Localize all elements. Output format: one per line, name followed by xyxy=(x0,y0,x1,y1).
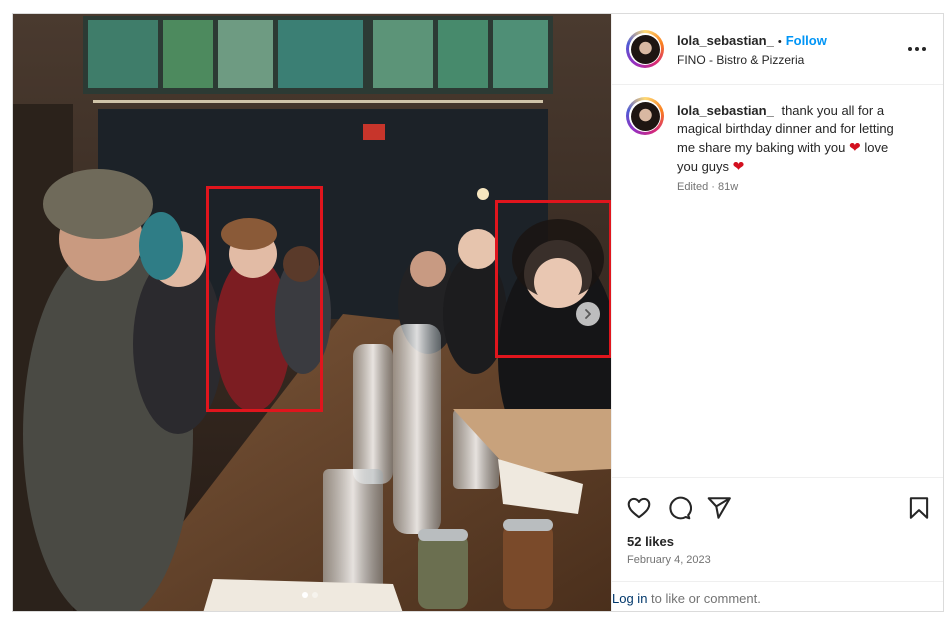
highlight-box-person-left xyxy=(206,186,323,412)
follow-button[interactable]: Follow xyxy=(786,33,827,48)
instagram-post-frame: lola_sebastian_ • Follow FINO - Bistro & P… xyxy=(12,13,944,612)
location-link[interactable]: FINO - Bistro & Pizzeria xyxy=(677,53,804,67)
caption-author-avatar[interactable] xyxy=(626,97,664,135)
login-prompt: Log in to like or comment. xyxy=(612,581,943,611)
next-photo-button[interactable] xyxy=(576,302,600,326)
comment-icon[interactable] xyxy=(666,495,692,521)
heart-icon[interactable] xyxy=(626,495,652,521)
share-icon[interactable] xyxy=(706,495,732,521)
post-caption: lola_sebastian_ thank you all for a magi… xyxy=(677,102,912,176)
likes-count[interactable]: 52 likes xyxy=(627,534,674,549)
highlight-box-person-right xyxy=(495,200,611,358)
chevron-right-icon xyxy=(585,309,591,319)
post-date[interactable]: February 4, 2023 xyxy=(627,554,711,566)
login-link[interactable]: Log in xyxy=(612,591,647,606)
bookmark-icon[interactable] xyxy=(906,495,932,521)
post-photo[interactable] xyxy=(13,14,611,611)
author-username[interactable]: lola_sebastian_ xyxy=(677,33,774,48)
header-user-line: lola_sebastian_ • Follow xyxy=(677,33,827,48)
carousel-indicator xyxy=(302,592,318,598)
edited-timestamp: Edited · 81w xyxy=(677,181,739,193)
carousel-dot xyxy=(312,592,318,598)
post-header: lola_sebastian_ • Follow FINO - Bistro & P… xyxy=(612,14,943,85)
heart-emoji-icon: ❤ xyxy=(732,158,745,174)
avatar-image xyxy=(630,34,660,64)
login-prompt-text: to like or comment. xyxy=(647,591,761,606)
avatar-image xyxy=(630,101,660,131)
heart-emoji-icon: ❤ xyxy=(848,139,861,155)
post-side-panel: lola_sebastian_ • Follow FINO - Bistro & P… xyxy=(611,14,943,611)
separator-dot: • xyxy=(777,36,782,48)
author-avatar[interactable] xyxy=(626,30,664,68)
more-options-icon[interactable] xyxy=(908,47,926,53)
carousel-dot-active xyxy=(302,592,308,598)
caption-username[interactable]: lola_sebastian_ xyxy=(677,103,774,118)
